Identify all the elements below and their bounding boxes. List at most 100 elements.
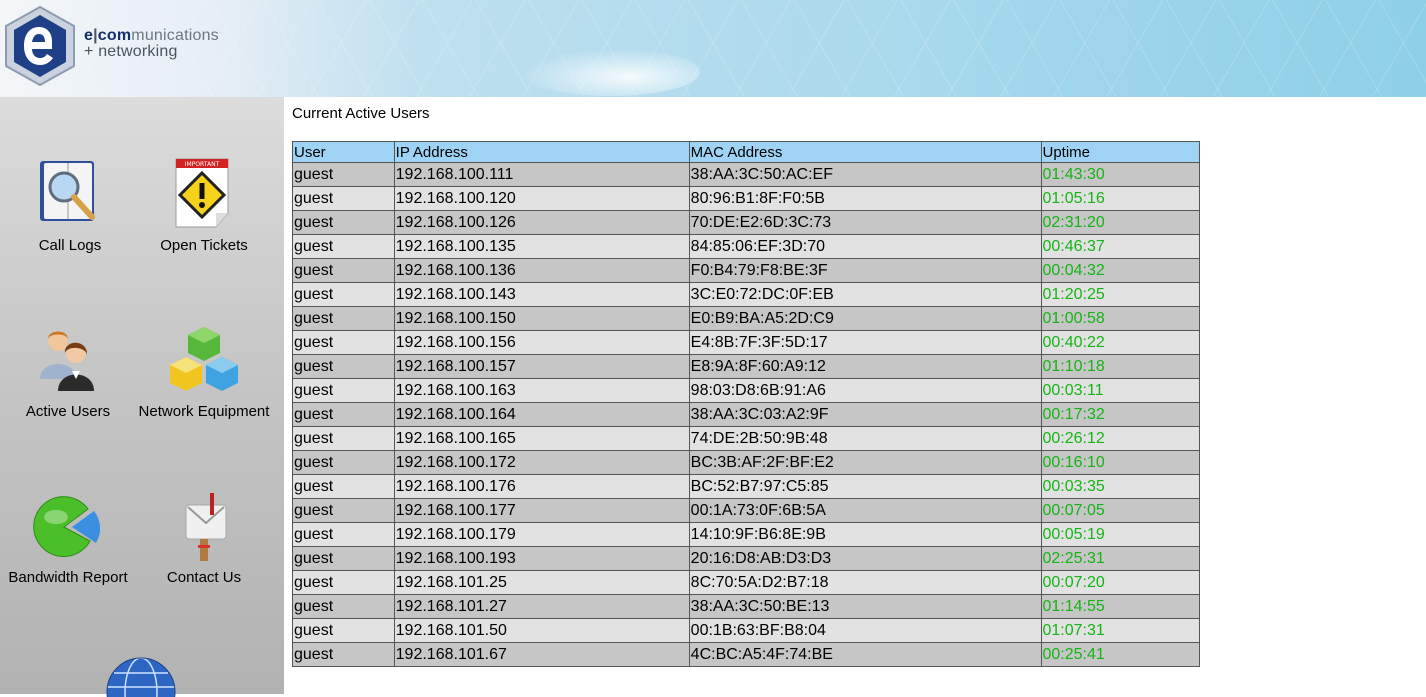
network-cubes-icon	[170, 327, 238, 391]
cell-user: guest	[292, 498, 395, 523]
cell-user: guest	[292, 282, 395, 307]
sidebar-item-active-users[interactable]: Active Users	[0, 323, 138, 420]
logo-mark-icon[interactable]	[4, 5, 76, 87]
table-header-row: User IP Address MAC Address Uptime	[292, 141, 1200, 163]
sidebar-item-label: Open Tickets	[160, 237, 248, 254]
cell-mac-address: 70:DE:E2:6D:3C:73	[688, 210, 1042, 235]
cell-ip-address: 192.168.100.135	[393, 234, 690, 259]
sidebar: Call Logs IMPORTANT Open Tickets Active …	[0, 97, 284, 697]
table-row: guest 192.168.100.136 F0:B4:79:F8:BE:3F 00:…	[292, 258, 1200, 283]
cell-ip-address: 192.168.100.157	[393, 354, 690, 379]
globe-icon[interactable]	[106, 657, 176, 697]
table-row: guest 192.168.101.27 38:AA:3C:50:BE:13 01:1…	[292, 594, 1200, 619]
table-row: guest 192.168.101.50 00:1B:63:BF:B8:04 01:0…	[292, 618, 1200, 643]
column-header-ip: IP Address	[393, 141, 690, 163]
cell-uptime: 00:03:35	[1040, 474, 1200, 499]
cell-mac-address: 20:16:D8:AB:D3:D3	[688, 546, 1042, 571]
page-title: Current Active Users	[292, 105, 430, 122]
cell-uptime: 00:46:37	[1040, 234, 1200, 259]
cell-uptime: 01:43:30	[1040, 162, 1200, 187]
table-row: guest 192.168.100.150 E0:B9:BA:A5:2D:C9 01:…	[292, 306, 1200, 331]
table-body: guest 192.168.100.111 38:AA:3C:50:AC:EF 01:…	[292, 162, 1200, 667]
cell-uptime: 01:00:58	[1040, 306, 1200, 331]
cell-ip-address: 192.168.100.165	[393, 426, 690, 451]
sidebar-item-call-logs[interactable]: Call Logs	[0, 155, 140, 254]
table-row: guest 192.168.100.135 84:85:06:EF:3D:70 00:…	[292, 234, 1200, 259]
cell-ip-address: 192.168.101.27	[393, 594, 690, 619]
sidebar-item-bandwidth-report[interactable]: Bandwidth Report	[0, 489, 138, 586]
column-header-uptime: Uptime	[1040, 141, 1200, 163]
table-row: guest 192.168.100.126 70:DE:E2:6D:3C:73 02:…	[292, 210, 1200, 235]
cell-uptime: 02:25:31	[1040, 546, 1200, 571]
cell-uptime: 00:17:32	[1040, 402, 1200, 427]
cell-mac-address: 84:85:06:EF:3D:70	[688, 234, 1042, 259]
cell-uptime: 00:05:19	[1040, 522, 1200, 547]
logo-munications: munications	[131, 27, 219, 44]
cell-ip-address: 192.168.100.156	[393, 330, 690, 355]
cell-ip-address: 192.168.100.150	[393, 306, 690, 331]
table-row: guest 192.168.101.67 4C:BC:A5:4F:74:BE 00:2…	[292, 642, 1200, 667]
cell-mac-address: 00:1B:63:BF:B8:04	[688, 618, 1042, 643]
column-header-mac: MAC Address	[688, 141, 1042, 163]
cell-ip-address: 192.168.100.164	[393, 402, 690, 427]
cell-uptime: 00:07:05	[1040, 498, 1200, 523]
cell-ip-address: 192.168.100.111	[393, 162, 690, 187]
cell-ip-address: 192.168.101.67	[393, 642, 690, 667]
cell-user: guest	[292, 234, 395, 259]
cell-mac-address: BC:52:B7:97:C5:85	[688, 474, 1042, 499]
sidebar-item-open-tickets[interactable]: IMPORTANT Open Tickets	[134, 155, 274, 254]
active-users-table: User IP Address MAC Address Uptime guest…	[292, 141, 1200, 667]
table-row: guest 192.168.100.163 98:03:D8:6B:91:A6 00:…	[292, 378, 1200, 403]
cell-mac-address: 38:AA:3C:03:A2:9F	[688, 402, 1042, 427]
sidebar-item-network-equipment[interactable]: Network Equipment	[134, 323, 274, 420]
logo-e: e	[84, 27, 94, 44]
cell-mac-address: 8C:70:5A:D2:B7:18	[688, 570, 1042, 595]
cell-uptime: 01:05:16	[1040, 186, 1200, 211]
table-row: guest 192.168.100.177 00:1A:73:0F:6B:5A 00:…	[292, 498, 1200, 523]
logo-line-1: e|communications	[84, 28, 219, 44]
cell-user: guest	[292, 210, 395, 235]
cell-ip-address: 192.168.101.50	[393, 618, 690, 643]
table-row: guest 192.168.100.111 38:AA:3C:50:AC:EF 01:…	[292, 162, 1200, 187]
sidebar-item-label: Contact Us	[166, 569, 242, 586]
cell-user: guest	[292, 618, 395, 643]
cell-ip-address: 192.168.100.126	[393, 210, 690, 235]
cell-ip-address: 192.168.100.176	[393, 474, 690, 499]
cell-ip-address: 192.168.100.163	[393, 378, 690, 403]
cell-user: guest	[292, 570, 395, 595]
cell-mac-address: 38:AA:3C:50:BE:13	[688, 594, 1042, 619]
cell-mac-address: 00:1A:73:0F:6B:5A	[688, 498, 1042, 523]
mailbox-icon	[185, 493, 227, 561]
cell-user: guest	[292, 450, 395, 475]
table-row: guest 192.168.100.157 E8:9A:8F:60:A9:12 01:…	[292, 354, 1200, 379]
cell-uptime: 00:07:20	[1040, 570, 1200, 595]
logo-text[interactable]: e|communications + networking	[84, 28, 219, 60]
cell-mac-address: 4C:BC:A5:4F:74:BE	[688, 642, 1042, 667]
table-row: guest 192.168.100.156 E4:8B:7F:3F:5D:17 00:…	[292, 330, 1200, 355]
table-row: guest 192.168.100.193 20:16:D8:AB:D3:D3 02:…	[292, 546, 1200, 571]
column-header-user: User	[292, 141, 395, 163]
cell-user: guest	[292, 426, 395, 451]
users-icon	[40, 331, 94, 391]
cell-user: guest	[292, 546, 395, 571]
sidebar-item-label: Bandwidth Report	[8, 569, 128, 586]
cell-uptime: 00:40:22	[1040, 330, 1200, 355]
cell-mac-address: E8:9A:8F:60:A9:12	[688, 354, 1042, 379]
cell-user: guest	[292, 378, 395, 403]
cell-user: guest	[292, 162, 395, 187]
call-logs-icon	[40, 161, 95, 221]
pie-chart-icon	[33, 496, 101, 558]
cell-mac-address: E0:B9:BA:A5:2D:C9	[688, 306, 1042, 331]
cell-uptime: 02:31:20	[1040, 210, 1200, 235]
cell-user: guest	[292, 522, 395, 547]
logo-line-2: + networking	[84, 43, 178, 60]
cell-mac-address: 80:96:B1:8F:F0:5B	[688, 186, 1042, 211]
cell-user: guest	[292, 594, 395, 619]
cell-mac-address: F0:B4:79:F8:BE:3F	[688, 258, 1042, 283]
sidebar-item-contact-us[interactable]: Contact Us	[134, 489, 274, 586]
cell-uptime: 00:16:10	[1040, 450, 1200, 475]
cell-ip-address: 192.168.101.25	[393, 570, 690, 595]
cell-uptime: 01:20:25	[1040, 282, 1200, 307]
logo-com: com	[97, 27, 132, 44]
cell-user: guest	[292, 330, 395, 355]
